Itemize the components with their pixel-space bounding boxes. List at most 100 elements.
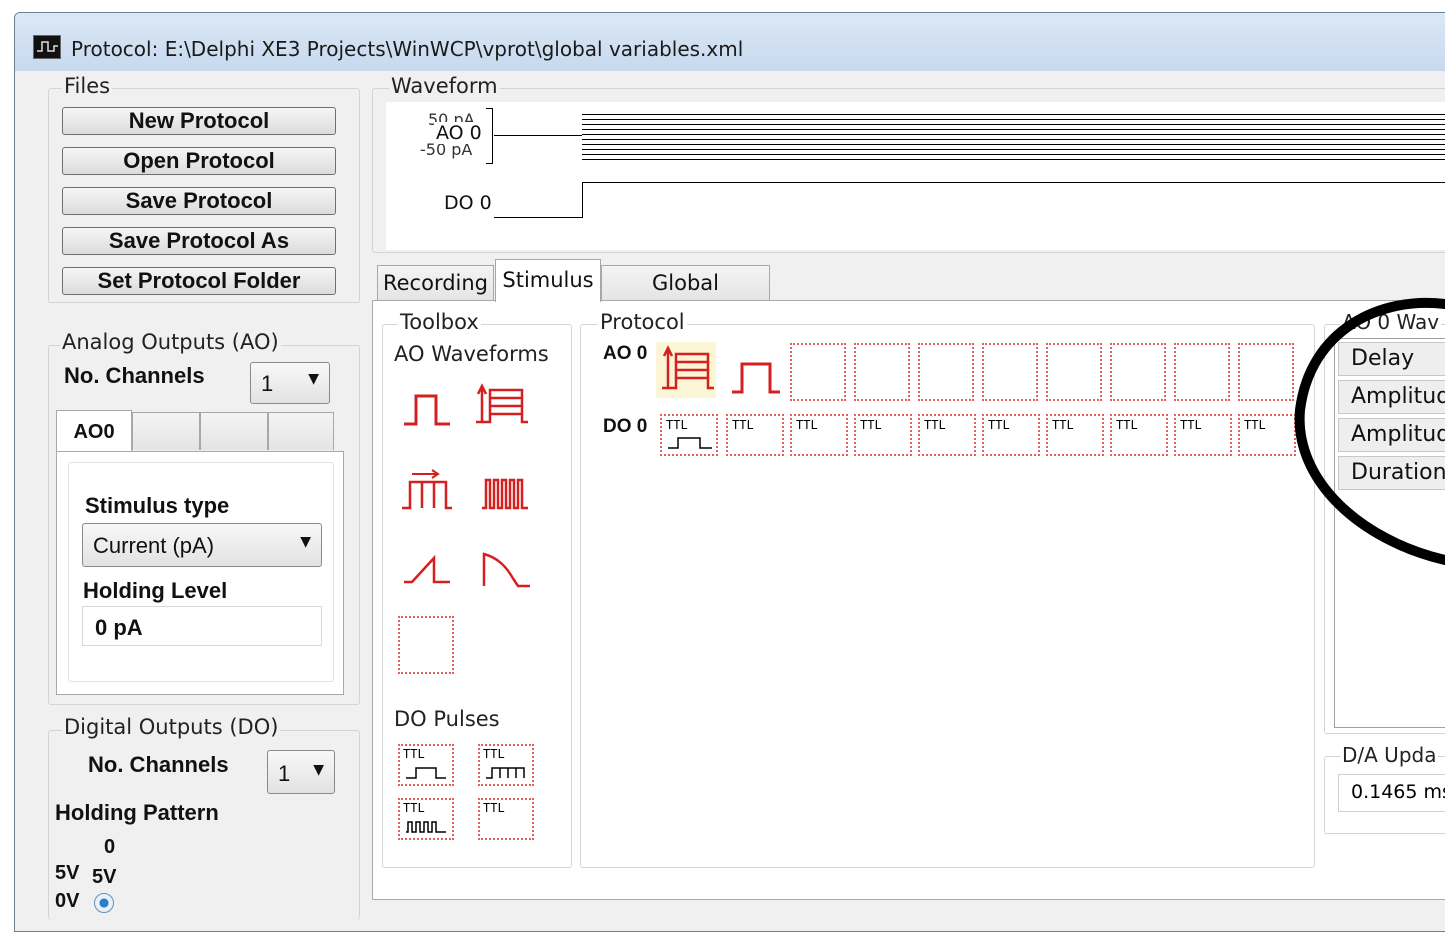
chevron-down-icon: ▼ [308,371,319,387]
protocol-ao-slot-10[interactable] [1238,343,1294,401]
pulse-train-family-icon[interactable] [398,468,458,516]
protocol-do-row-label: DO 0 [603,416,648,437]
protocol-ao-slot-4[interactable] [854,343,910,401]
ao-waveforms-label: AO Waveforms [394,342,549,366]
holding-level-field[interactable]: 0 pA [82,606,322,646]
do-train-icon[interactable]: TTL [478,744,534,786]
protocol-group [580,324,1315,868]
protocol-ao-slot-2[interactable] [726,342,786,398]
stimulus-type-value: Current (pA) [93,533,215,558]
holding-level-value: 0 pA [95,615,143,640]
pulse-train-icon[interactable] [478,468,538,516]
protocol-label: Protocol [598,310,687,334]
new-protocol-button[interactable]: New Protocol [62,107,336,135]
protocol-do-slot-9[interactable]: TTL [1174,414,1232,456]
holding-pattern-column-0: 0 [104,836,116,858]
protocol-do-slot-2[interactable]: TTL [726,414,784,456]
protocol-do-slot-2-text: TTL [732,418,754,432]
tab-ao2[interactable] [200,412,268,450]
protocol-do-slot-4-text: TTL [860,418,882,432]
chevron-down-icon: ▼ [300,534,311,550]
do-burst-icon[interactable]: TTL [398,798,454,840]
protocol-do-slot-5[interactable]: TTL [918,414,976,456]
waveform-label: Waveform [389,74,500,98]
tab-ao3[interactable] [268,412,334,450]
empty-waveform-slot[interactable] [398,616,454,674]
toolbox-label: Toolbox [398,310,481,334]
protocol-do-slot-3-text: TTL [796,418,818,432]
do-pulse-ttl-text: TTL [403,747,425,761]
protocol-ao-slot-1[interactable] [656,342,716,398]
app-icon [33,35,61,59]
step-pulse-icon[interactable] [398,382,458,430]
do-pulse-icon[interactable]: TTL [398,744,454,786]
protocol-ao-slot-7[interactable] [1046,343,1102,401]
set-protocol-folder-button[interactable]: Set Protocol Folder [62,267,336,295]
protocol-do-slot-7[interactable]: TTL [1046,414,1104,456]
ao-channels-select[interactable]: 1 ▼ [250,362,330,404]
da-update-field[interactable]: 0.1465 ms [1338,774,1445,812]
tab-ao0-label: AO0 [73,421,115,443]
ramp-icon[interactable] [398,546,458,594]
protocol-do-slot-7-text: TTL [1052,418,1074,432]
do-edge [582,182,583,218]
ao-channels-label: No. Channels [64,363,205,388]
protocol-do-slot-9-text: TTL [1180,418,1202,432]
do-channels-label: No. Channels [88,752,229,777]
annotation-ellipse [1294,297,1445,565]
do-pulses-label: DO Pulses [394,707,500,731]
tab-recording[interactable]: Recording [377,265,494,301]
do-channel-label: DO 0 [444,192,492,214]
holding-0v-radio[interactable] [94,893,114,913]
open-protocol-button[interactable]: Open Protocol [62,147,336,175]
save-protocol-button[interactable]: Save Protocol [62,187,336,215]
protocol-do-slot-3[interactable]: TTL [790,414,848,456]
stimulus-type-label: Stimulus type [85,493,230,518]
holding-pattern-label: Holding Pattern [55,800,219,825]
protocol-do-slot-8-text: TTL [1116,418,1138,432]
protocol-ao-slot-6[interactable] [982,343,1038,401]
holding-5v-label: 5V [55,862,80,884]
do-channels-value: 1 [278,761,291,786]
tab-stimulus[interactable]: Stimulus [495,259,601,302]
holding-5v-radio[interactable]: 5V [92,866,116,889]
ao-scale-bar [486,108,493,164]
protocol-do-slot-1[interactable]: TTL [660,414,718,456]
protocol-do-slot-6[interactable]: TTL [982,414,1040,456]
burst-trace [406,821,446,833]
do-high-line [582,182,1445,183]
do-low-line [494,217,582,218]
holding-0v-label: 0V [55,890,80,912]
ao-baseline [494,135,582,136]
step-family-icon[interactable] [472,382,532,430]
title-bar[interactable]: Protocol: E:\Delphi XE3 Projects\WinWCP\… [15,13,1445,71]
protocol-ao-slot-3[interactable] [790,343,846,401]
da-update-label: D/A Upda [1340,743,1439,767]
protocol-ao-slot-9[interactable] [1174,343,1230,401]
do-empty-icon[interactable]: TTL [478,798,534,840]
protocol-ao-row-label: AO 0 [603,343,648,364]
do-empty-ttl-text: TTL [483,801,505,815]
protocol-ao-slot-8[interactable] [1110,343,1166,401]
waveform-display: 50 pA -50 pA AO 0 DO 0 [386,102,1445,250]
tab-ao1[interactable] [132,412,200,450]
tab-ao0[interactable]: AO0 [56,410,132,452]
protocol-do-slot-8[interactable]: TTL [1110,414,1168,456]
stimulus-type-select[interactable]: Current (pA) ▼ [82,523,322,567]
protocol-do-slot-10[interactable]: TTL [1238,414,1296,456]
step-family-icon [662,345,714,390]
tab-global-variables[interactable]: Global Variables [601,265,770,329]
analog-outputs-label: Analog Outputs (AO) [60,330,281,354]
protocol-do-slot-4[interactable]: TTL [854,414,912,456]
do-channels-select[interactable]: 1 ▼ [267,750,335,794]
exponential-decay-icon[interactable] [478,546,538,594]
do-burst-ttl-text: TTL [403,801,425,815]
pulse-trace [668,437,712,449]
step-pulse-icon [732,362,780,394]
protocol-do-slot-1-text: TTL [666,418,688,432]
protocol-ao-slot-5[interactable] [918,343,974,401]
save-protocol-as-button[interactable]: Save Protocol As [62,227,336,255]
protocol-do-slot-6-text: TTL [988,418,1010,432]
digital-outputs-label: Digital Outputs (DO) [62,715,281,739]
ao-waveform-traces [582,114,1445,162]
